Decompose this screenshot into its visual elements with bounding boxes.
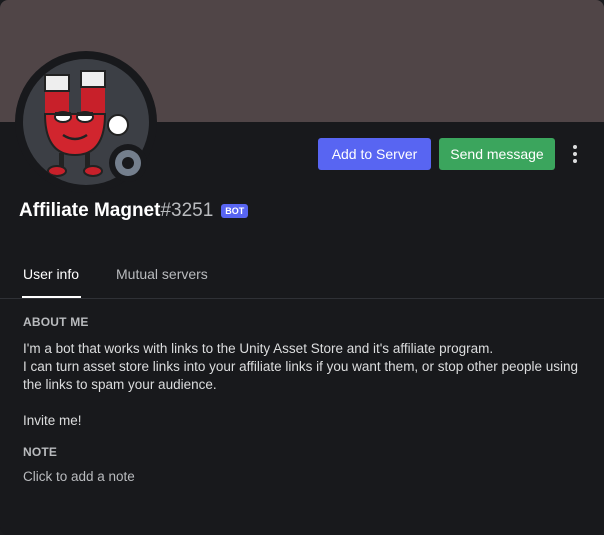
more-dot xyxy=(573,152,577,156)
about-line: I'm a bot that works with links to the U… xyxy=(23,341,494,356)
about-line: I can turn asset store links into your a… xyxy=(23,359,579,392)
offline-status-icon xyxy=(115,150,141,176)
bot-badge: BOT xyxy=(221,204,249,218)
more-dot xyxy=(573,145,577,149)
username-row: Affiliate Magnet #3251 BOT xyxy=(19,199,249,223)
tab-user-info[interactable]: User info xyxy=(21,252,82,298)
send-message-button[interactable]: Send message xyxy=(439,138,555,170)
profile-modal: Add to Server Send message Affiliate Mag… xyxy=(0,0,604,535)
about-line: Invite me! xyxy=(23,413,82,428)
more-vertical-icon[interactable] xyxy=(565,141,585,167)
username: Affiliate Magnet xyxy=(19,200,161,221)
note-input[interactable]: Click to add a note xyxy=(23,469,323,484)
add-to-server-button[interactable]: Add to Server xyxy=(318,138,431,170)
note-title: NOTE xyxy=(23,445,58,459)
about-me-text: I'm a bot that works with links to the U… xyxy=(23,340,583,430)
discriminator: #3251 xyxy=(160,200,214,221)
tab-mutual-servers[interactable]: Mutual servers xyxy=(116,252,208,296)
more-dot xyxy=(573,159,577,163)
profile-tabs: User info Mutual servers xyxy=(0,252,604,299)
about-me-title: ABOUT ME xyxy=(23,315,89,329)
